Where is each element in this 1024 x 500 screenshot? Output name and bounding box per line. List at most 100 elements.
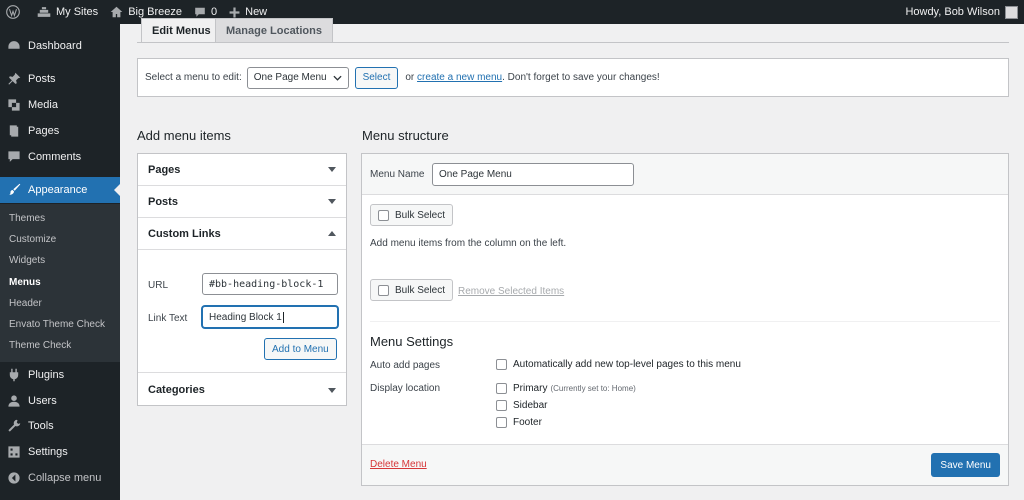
- add-to-menu-button[interactable]: Add to Menu: [264, 338, 337, 360]
- sidebar-item-comments[interactable]: Comments: [0, 145, 120, 169]
- link-text-label: Link Text: [148, 313, 188, 324]
- submenu-item-envato-theme-check[interactable]: Envato Theme Check: [9, 319, 105, 331]
- collapse-menu-button[interactable]: Collapse menu: [0, 466, 120, 490]
- link-text-input[interactable]: Heading Block 1: [202, 306, 338, 328]
- sidebar-item-appearance[interactable]: Appearance: [0, 177, 120, 203]
- comment-icon: [8, 151, 20, 162]
- sidebar-item-label: Media: [28, 99, 58, 111]
- greeting-text: Howdy, Bob Wilson: [905, 6, 1000, 18]
- my-sites-icon: [37, 7, 51, 17]
- home-icon: [110, 6, 123, 18]
- menu-structure-header: Menu Name One Page Menu: [362, 154, 1008, 195]
- caret-up-icon: [328, 231, 336, 236]
- wordpress-logo-icon[interactable]: [0, 0, 31, 24]
- display-location-label: Display location: [370, 383, 441, 394]
- pin-icon: [8, 72, 21, 85]
- sidebar-item-plugins[interactable]: Plugins: [0, 363, 120, 387]
- sidebar-item-tools[interactable]: Tools: [0, 414, 120, 438]
- create-new-menu-link[interactable]: create a new menu: [417, 72, 502, 83]
- auto-add-pages-option[interactable]: Automatically add new top-level pages to…: [496, 359, 741, 370]
- menu-settings-title: Menu Settings: [370, 334, 454, 349]
- auto-add-pages-checkbox[interactable]: [496, 359, 507, 370]
- caret-down-icon: [328, 167, 336, 172]
- menu-select[interactable]: One Page Menu: [246, 66, 349, 89]
- bulk-select-button[interactable]: Bulk Select: [370, 204, 454, 226]
- accordion-custom-links[interactable]: Custom Links: [138, 218, 346, 250]
- auto-add-pages-label: Auto add pages: [370, 360, 441, 371]
- select-menu-bar: Select a menu to edit: One Page Menu Sel…: [137, 58, 1009, 97]
- tab-edit-menus[interactable]: Edit Menus: [141, 18, 222, 43]
- accordion-pages[interactable]: Pages: [138, 154, 346, 186]
- menu-name-input[interactable]: One Page Menu: [432, 163, 634, 186]
- auto-add-pages-text: Automatically add new top-level pages to…: [513, 359, 741, 370]
- menu-structure-footer: Delete Menu Save Menu: [362, 444, 1008, 485]
- bulk-select-label: Bulk Select: [395, 209, 446, 221]
- site-name-label: Big Breeze: [128, 6, 182, 18]
- menu-select-value: One Page Menu: [253, 72, 327, 83]
- accordion-title: Custom Links: [148, 227, 221, 240]
- accordion-title: Pages: [148, 163, 181, 176]
- submenu-item-customize[interactable]: Customize: [9, 234, 56, 246]
- my-account-menu[interactable]: Howdy, Bob Wilson: [899, 0, 1024, 24]
- divider: [370, 321, 1000, 322]
- collapse-icon: [8, 472, 20, 484]
- menu-structure-title: Menu structure: [362, 128, 449, 143]
- bulk-select-button-bottom[interactable]: Bulk Select: [370, 279, 454, 301]
- url-input-value: #bb-heading-block-1: [209, 278, 324, 290]
- location-footer-checkbox[interactable]: [496, 417, 507, 428]
- sidebar-item-media[interactable]: Media: [0, 93, 120, 117]
- location-note: (Currently set to: Home): [550, 384, 636, 393]
- submenu-item-themes[interactable]: Themes: [9, 213, 45, 225]
- submenu-item-theme-check[interactable]: Theme Check: [9, 340, 71, 352]
- sidebar-item-settings[interactable]: Settings: [0, 440, 120, 464]
- menu-name-input-value: One Page Menu: [439, 169, 512, 180]
- comments-count: 0: [211, 6, 218, 18]
- save-menu-button[interactable]: Save Menu: [931, 453, 1000, 477]
- sidebar-item-posts[interactable]: Posts: [0, 67, 120, 91]
- tab-divider: [137, 42, 1009, 43]
- sidebar-item-dashboard[interactable]: Dashboard: [0, 34, 120, 58]
- accordion-posts[interactable]: Posts: [138, 186, 346, 218]
- comment-bubble-icon: [195, 7, 205, 17]
- location-footer-option[interactable]: Footer: [496, 417, 542, 428]
- accordion-title: Posts: [148, 195, 178, 208]
- delete-menu-link[interactable]: Delete Menu: [370, 459, 427, 470]
- pages-icon: [9, 125, 19, 137]
- menu-instructions: Add menu items from the column on the le…: [370, 238, 567, 249]
- or-text: or: [405, 72, 415, 83]
- sidebar-item-label: Posts: [28, 73, 56, 85]
- select-button[interactable]: Select: [354, 66, 399, 89]
- location-name: Primary: [513, 383, 548, 394]
- location-sidebar-checkbox[interactable]: [496, 400, 507, 411]
- bulk-select-checkbox[interactable]: [378, 209, 389, 221]
- save-reminder-text: . Don't forget to save your changes!: [502, 72, 660, 83]
- bulk-select-checkbox[interactable]: [378, 284, 389, 296]
- submenu-item-header[interactable]: Header: [9, 298, 42, 310]
- remove-selected-items-link[interactable]: Remove Selected Items: [458, 286, 564, 297]
- wrench-icon: [8, 419, 21, 432]
- tab-manage-locations[interactable]: Manage Locations: [215, 18, 333, 42]
- sidebar-item-label: Comments: [28, 151, 82, 163]
- location-primary-option[interactable]: Primary (Currently set to: Home): [496, 383, 636, 394]
- url-input[interactable]: #bb-heading-block-1: [202, 273, 338, 295]
- new-label: New: [245, 6, 268, 18]
- submenu-item-menus[interactable]: Menus: [9, 277, 41, 289]
- avatar: [1005, 5, 1018, 19]
- menu-name-label: Menu Name: [370, 169, 425, 180]
- location-name: Footer: [513, 417, 542, 428]
- chevron-down-icon: [332, 75, 342, 81]
- select-menu-prompt: Select a menu to edit:: [145, 72, 242, 83]
- accordion-title: Categories: [148, 384, 205, 396]
- link-text-input-value: Heading Block 1: [209, 311, 282, 323]
- my-sites-menu[interactable]: My Sites: [31, 0, 104, 24]
- location-primary-checkbox[interactable]: [496, 383, 507, 394]
- sidebar-item-label: Dashboard: [28, 40, 82, 52]
- sidebar-item-users[interactable]: Users: [0, 389, 120, 413]
- sidebar-item-pages[interactable]: Pages: [0, 119, 120, 143]
- my-sites-label: My Sites: [56, 6, 99, 18]
- location-sidebar-option[interactable]: Sidebar: [496, 400, 547, 411]
- accordion-categories[interactable]: Categories: [138, 374, 346, 406]
- sidebar-item-label: Pages: [28, 125, 60, 137]
- sidebar-item-label: Tools: [28, 420, 54, 432]
- submenu-item-widgets[interactable]: Widgets: [9, 255, 45, 267]
